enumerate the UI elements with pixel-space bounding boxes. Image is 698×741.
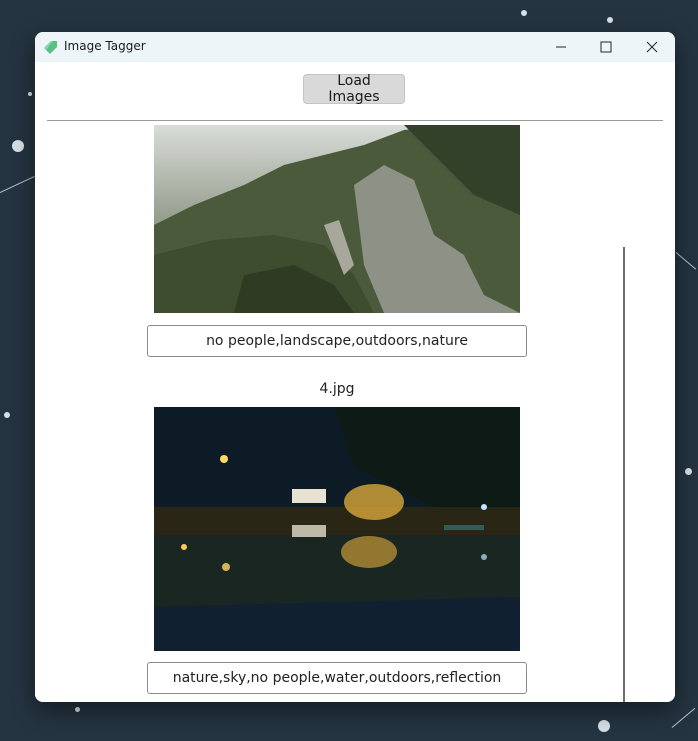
- star: [685, 468, 692, 475]
- divider: [47, 120, 663, 121]
- star: [607, 17, 613, 23]
- maximize-button[interactable]: [583, 32, 629, 62]
- image-list[interactable]: no people,landscape,outdoors,nature 4.jp…: [47, 124, 663, 702]
- image-filename: 4.jpg: [319, 381, 355, 397]
- main-content: Load Images no people,landscape,outdoors…: [35, 62, 675, 702]
- image-thumbnail: [154, 125, 520, 313]
- star: [12, 140, 24, 152]
- star: [4, 412, 10, 418]
- tag-icon: [44, 41, 57, 54]
- decor-line: [675, 252, 697, 270]
- title-bar[interactable]: Image Tagger: [35, 32, 675, 62]
- decor-line: [0, 175, 35, 193]
- star: [521, 10, 527, 16]
- tags-field[interactable]: no people,landscape,outdoors,nature: [147, 325, 527, 357]
- star: [598, 720, 610, 732]
- window-title: Image Tagger: [64, 39, 146, 53]
- star: [28, 92, 32, 96]
- image-thumbnail: [154, 407, 520, 651]
- tags-field[interactable]: nature,sky,no people,water,outdoors,refl…: [147, 662, 527, 694]
- minimize-icon: [556, 46, 566, 48]
- decor-line: [671, 707, 696, 728]
- minimize-button[interactable]: [538, 32, 584, 62]
- star: [75, 707, 80, 712]
- close-button[interactable]: [629, 32, 675, 62]
- vertical-scrollbar[interactable]: [623, 247, 625, 702]
- maximize-icon: [600, 41, 612, 53]
- app-window: Image Tagger Load Images no people,lands…: [35, 32, 675, 702]
- load-images-button[interactable]: Load Images: [303, 73, 405, 105]
- close-icon: [646, 41, 658, 53]
